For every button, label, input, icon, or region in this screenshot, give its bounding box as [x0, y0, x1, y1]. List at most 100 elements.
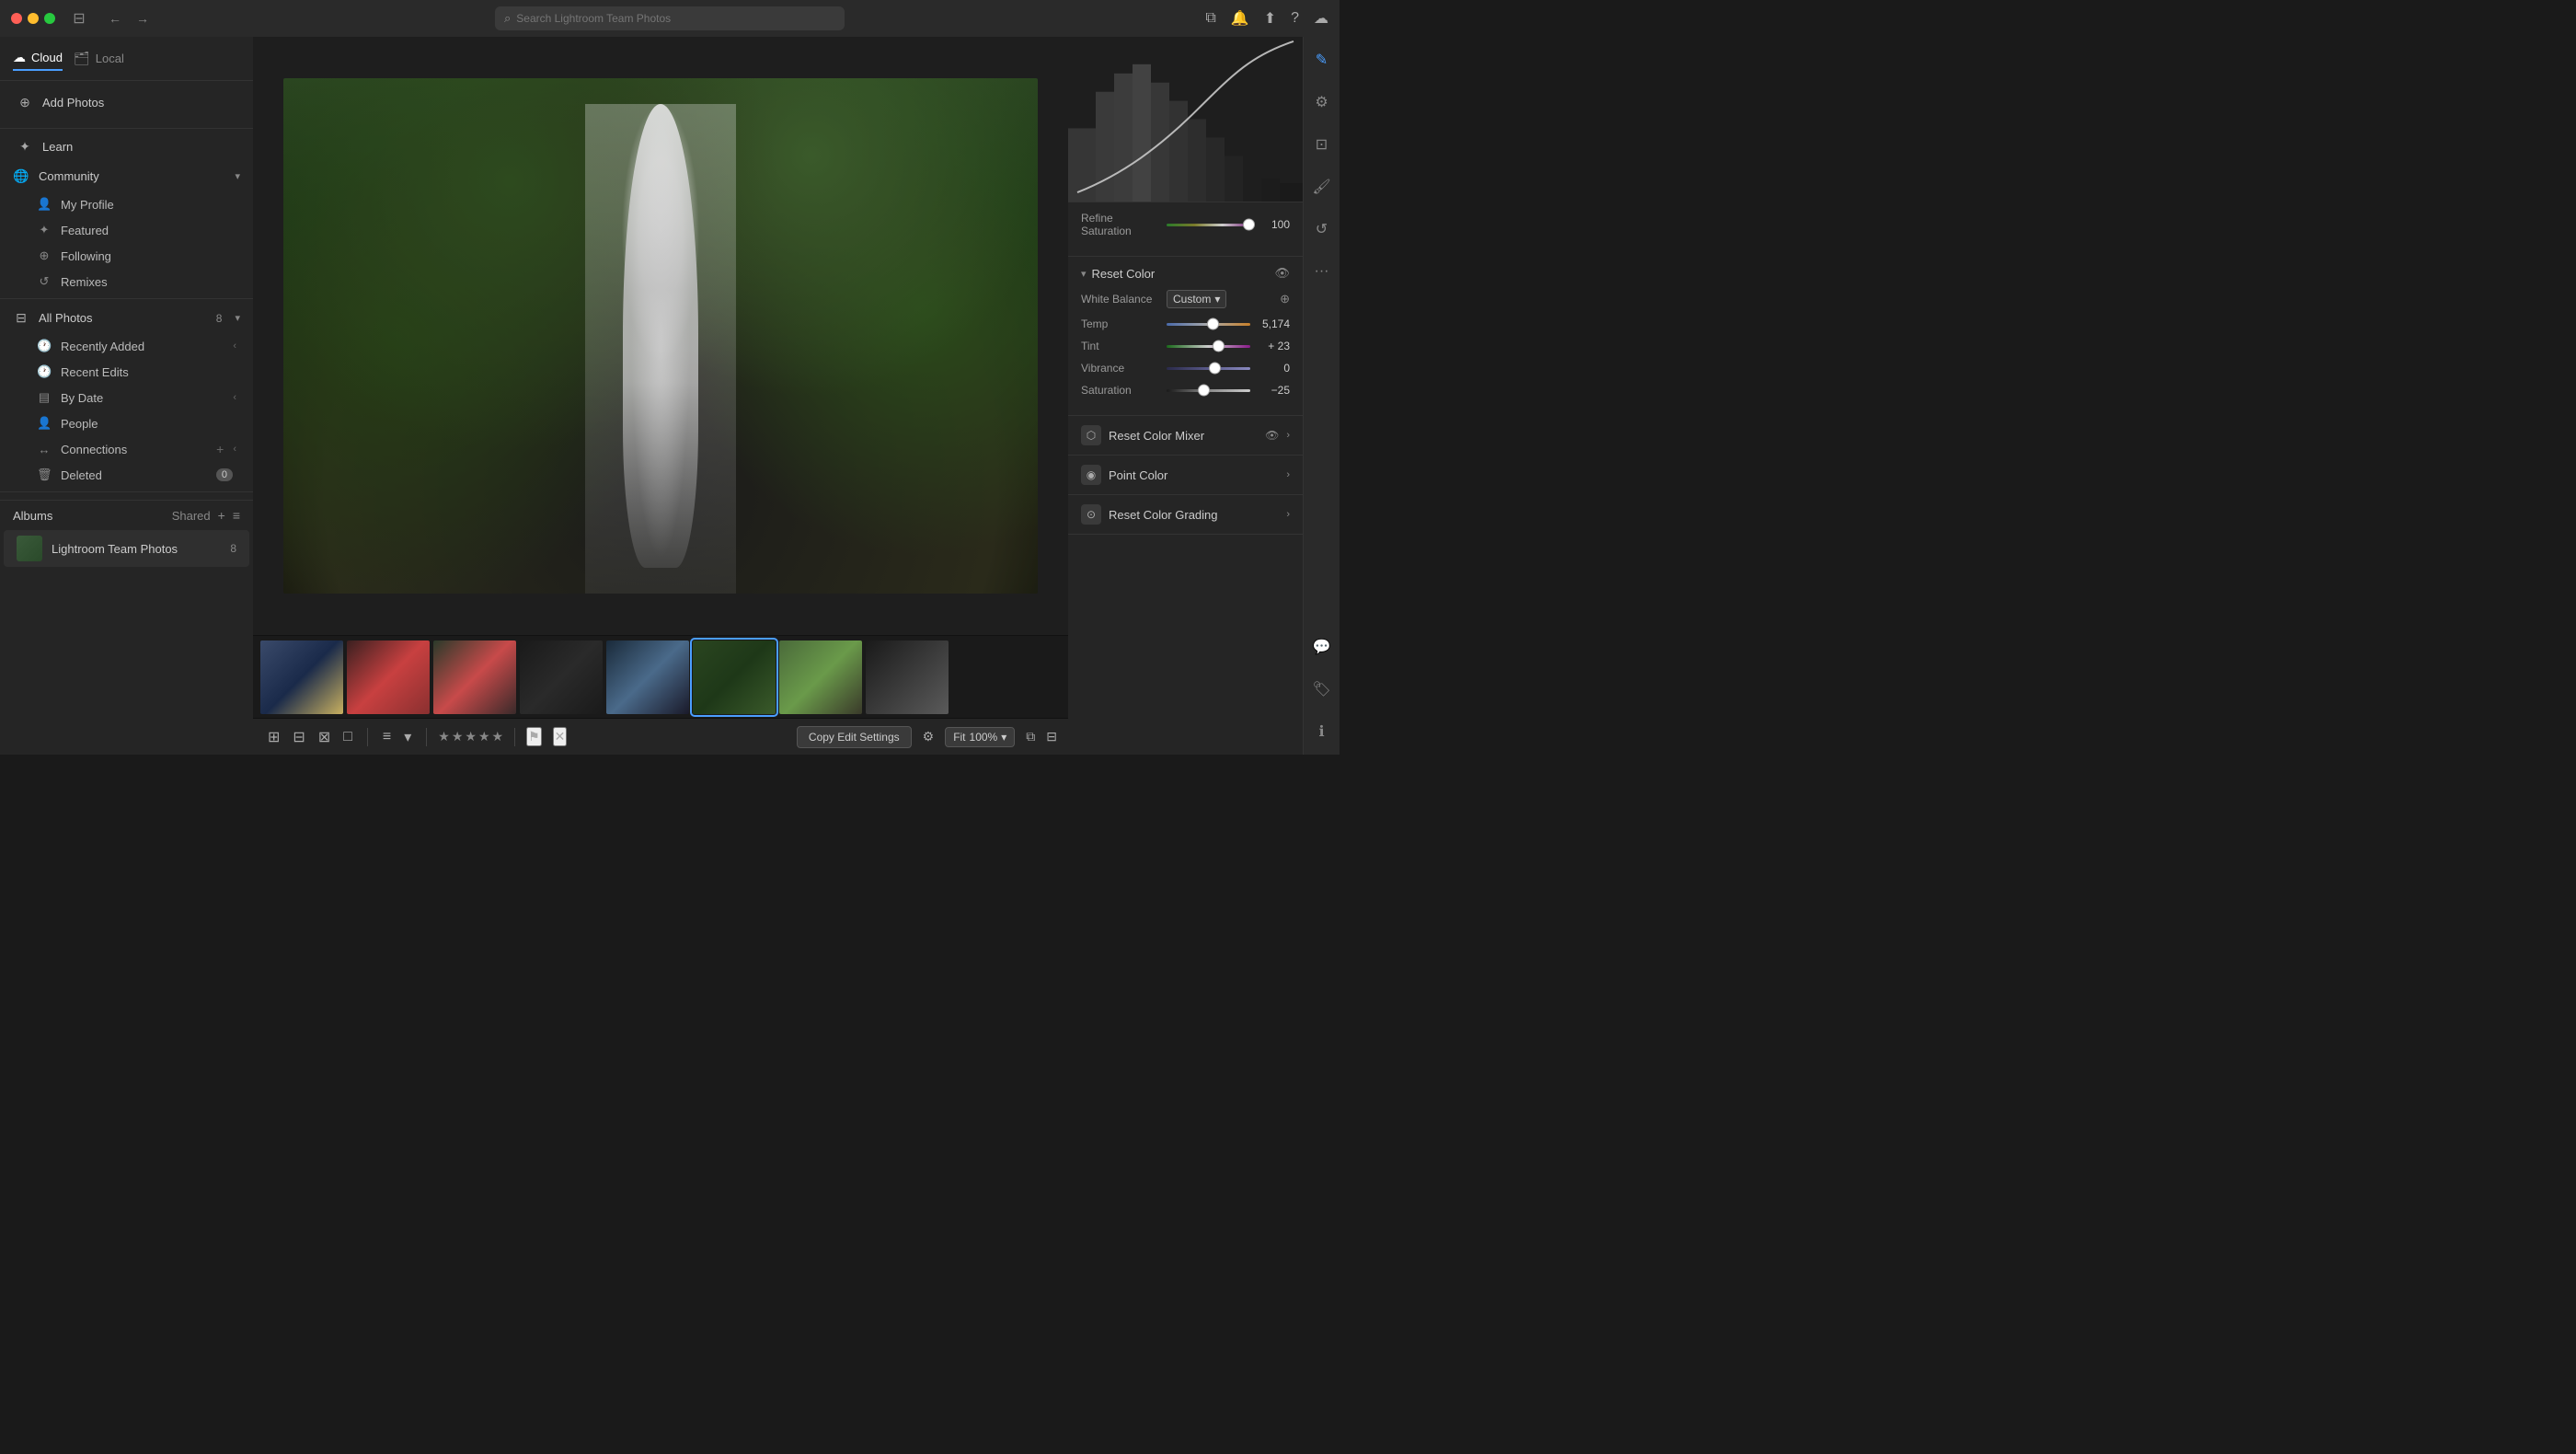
- divider-1: [0, 128, 253, 129]
- help-icon[interactable]: ?: [1291, 10, 1299, 27]
- saturation-row: Saturation −25: [1081, 384, 1290, 397]
- filmstrip-thumb-4[interactable]: [520, 640, 603, 714]
- forward-button[interactable]: →: [131, 9, 155, 28]
- close-button[interactable]: [11, 13, 22, 24]
- settings-button[interactable]: ⚙: [923, 729, 935, 744]
- notification-icon[interactable]: 🔔: [1231, 9, 1249, 28]
- maximize-button[interactable]: [44, 13, 55, 24]
- reject-button[interactable]: ✕: [553, 727, 568, 746]
- white-balance-select[interactable]: Custom ▾: [1167, 290, 1226, 308]
- main-content: ⊞ ⊟ ⊠ □ ≡ ▾ ★ ★ ★ ★ ★ ⚑ ✕ Copy Edit Set: [253, 37, 1068, 755]
- cloud-icon: ☁: [13, 50, 26, 65]
- sidebar-item-learn[interactable]: ✦ Learn: [4, 133, 249, 161]
- temp-slider[interactable]: [1167, 323, 1250, 326]
- refine-saturation-thumb[interactable]: [1243, 219, 1255, 231]
- grid2-view-button[interactable]: ⊟: [289, 724, 308, 750]
- cloud-sync-icon[interactable]: ☁: [1314, 9, 1328, 28]
- filter-icon[interactable]: ⧉: [1205, 10, 1215, 27]
- filmstrip-thumb-1[interactable]: [260, 640, 343, 714]
- connections-add-icon[interactable]: +: [216, 442, 224, 456]
- color-mixer-eye-icon[interactable]: 👁: [1265, 429, 1279, 442]
- sidebar-item-featured[interactable]: ✦ Featured: [4, 217, 249, 243]
- sort-button[interactable]: ≡: [379, 725, 395, 749]
- compare-view-button[interactable]: ⊠: [315, 724, 334, 750]
- tint-slider[interactable]: [1167, 345, 1250, 348]
- vibrance-slider[interactable]: [1167, 367, 1250, 370]
- album-item-lightroom-team[interactable]: Lightroom Team Photos 8: [4, 530, 249, 567]
- grid-view-button[interactable]: ⊞: [264, 724, 283, 750]
- all-photos-section[interactable]: ⊟ All Photos 8 ▾: [0, 303, 253, 333]
- back-button[interactable]: ←: [103, 9, 127, 28]
- transform-icon[interactable]: ⊡: [1308, 131, 1336, 158]
- sidebar-item-people[interactable]: 👤 People: [4, 410, 249, 436]
- sidebar-item-recent-edits[interactable]: 🕐 Recent Edits: [4, 359, 249, 385]
- point-color-section[interactable]: ◉ Point Color ›: [1068, 456, 1303, 495]
- local-tab[interactable]: 🗂 Local: [74, 47, 124, 70]
- reset-color-header[interactable]: ▾ Reset Color 👁: [1081, 266, 1290, 281]
- sidebar-item-deleted[interactable]: 🗑 Deleted 0: [4, 462, 249, 488]
- add-album-button[interactable]: +: [218, 508, 225, 523]
- sidebar-item-by-date[interactable]: ▤ By Date ‹: [4, 385, 249, 410]
- refine-saturation-slider[interactable]: [1167, 224, 1250, 226]
- sort-albums-button[interactable]: ≡: [233, 508, 240, 523]
- filmstrip[interactable]: [253, 635, 1068, 718]
- saturation-thumb[interactable]: [1198, 385, 1210, 397]
- more-icon[interactable]: ···: [1308, 258, 1336, 285]
- tint-thumb[interactable]: [1213, 340, 1225, 352]
- brush-icon[interactable]: 🖌: [1308, 173, 1336, 201]
- sidebar-item-connections[interactable]: ↔ Connections + ‹: [4, 436, 249, 462]
- star-1[interactable]: ★: [438, 729, 450, 744]
- compare-toggle-button[interactable]: ⧉: [1026, 729, 1035, 744]
- connections-icon: ↔: [37, 443, 52, 456]
- people-label: People: [61, 417, 236, 431]
- share-icon[interactable]: ⬆: [1264, 9, 1276, 28]
- window-icon: ⊟: [70, 9, 88, 28]
- recently-added-label: Recently Added: [61, 340, 224, 353]
- sidebar-item-following[interactable]: ⊕ Following: [4, 243, 249, 269]
- filmstrip-thumb-7[interactable]: [779, 640, 862, 714]
- reset-color-mixer-section[interactable]: ⬡ Reset Color Mixer 👁 ›: [1068, 416, 1303, 456]
- saturation-slider[interactable]: [1167, 389, 1250, 392]
- filmstrip-thumb-2[interactable]: [347, 640, 430, 714]
- history-icon[interactable]: ↺: [1308, 215, 1336, 243]
- filmstrip-thumb-6[interactable]: [693, 640, 776, 714]
- detail-view-button[interactable]: □: [339, 725, 356, 749]
- sidebar-item-recently-added[interactable]: 🕐 Recently Added ‹: [4, 333, 249, 359]
- community-section[interactable]: 🌐 Community ▾: [0, 161, 253, 191]
- flag-button[interactable]: ⚑: [526, 727, 542, 746]
- edit-icon[interactable]: ✎: [1308, 46, 1336, 74]
- search-input[interactable]: [516, 12, 835, 25]
- comment-icon[interactable]: 💬: [1308, 633, 1336, 661]
- white-balance-eyedropper-icon[interactable]: ⊕: [1280, 292, 1290, 306]
- star-5[interactable]: ★: [492, 729, 504, 744]
- filmstrip-thumb-3[interactable]: [433, 640, 516, 714]
- refine-saturation-value: 100: [1258, 218, 1290, 231]
- sidebar-item-remixes[interactable]: ↺ Remixes: [4, 269, 249, 294]
- info-icon[interactable]: ℹ: [1308, 718, 1336, 745]
- minimize-button[interactable]: [28, 13, 39, 24]
- sidebar-item-my-profile[interactable]: 👤 My Profile: [4, 191, 249, 217]
- star-rating[interactable]: ★ ★ ★ ★ ★: [438, 729, 503, 744]
- vibrance-thumb[interactable]: [1209, 363, 1221, 375]
- adjust-icon[interactable]: ⚙: [1308, 88, 1336, 116]
- search-bar[interactable]: ⌕: [495, 6, 845, 30]
- fit-zoom-control[interactable]: Fit 100% ▾: [945, 727, 1015, 747]
- shared-label[interactable]: Shared: [172, 509, 211, 523]
- add-photos-button[interactable]: ⊕ Add Photos: [4, 88, 249, 117]
- photo-view[interactable]: [253, 37, 1068, 635]
- copy-edit-button[interactable]: Copy Edit Settings: [797, 726, 912, 748]
- vibrance-row: Vibrance 0: [1081, 362, 1290, 375]
- cloud-tab[interactable]: ☁ Cloud: [13, 46, 63, 71]
- tag-icon[interactable]: 🏷: [1308, 675, 1336, 703]
- reset-color-eye-icon[interactable]: 👁: [1274, 266, 1290, 281]
- sort-group: ≡ ▾: [379, 724, 415, 750]
- star-3[interactable]: ★: [465, 729, 477, 744]
- star-2[interactable]: ★: [452, 729, 464, 744]
- temp-thumb[interactable]: [1207, 318, 1219, 330]
- star-4[interactable]: ★: [478, 729, 490, 744]
- reset-color-grading-section[interactable]: ⊙ Reset Color Grading ›: [1068, 495, 1303, 535]
- filmstrip-thumb-5[interactable]: [606, 640, 689, 714]
- sort-chevron-button[interactable]: ▾: [400, 724, 415, 750]
- filmstrip-thumb-8[interactable]: [866, 640, 949, 714]
- detail-toggle-button[interactable]: ⊟: [1046, 729, 1057, 744]
